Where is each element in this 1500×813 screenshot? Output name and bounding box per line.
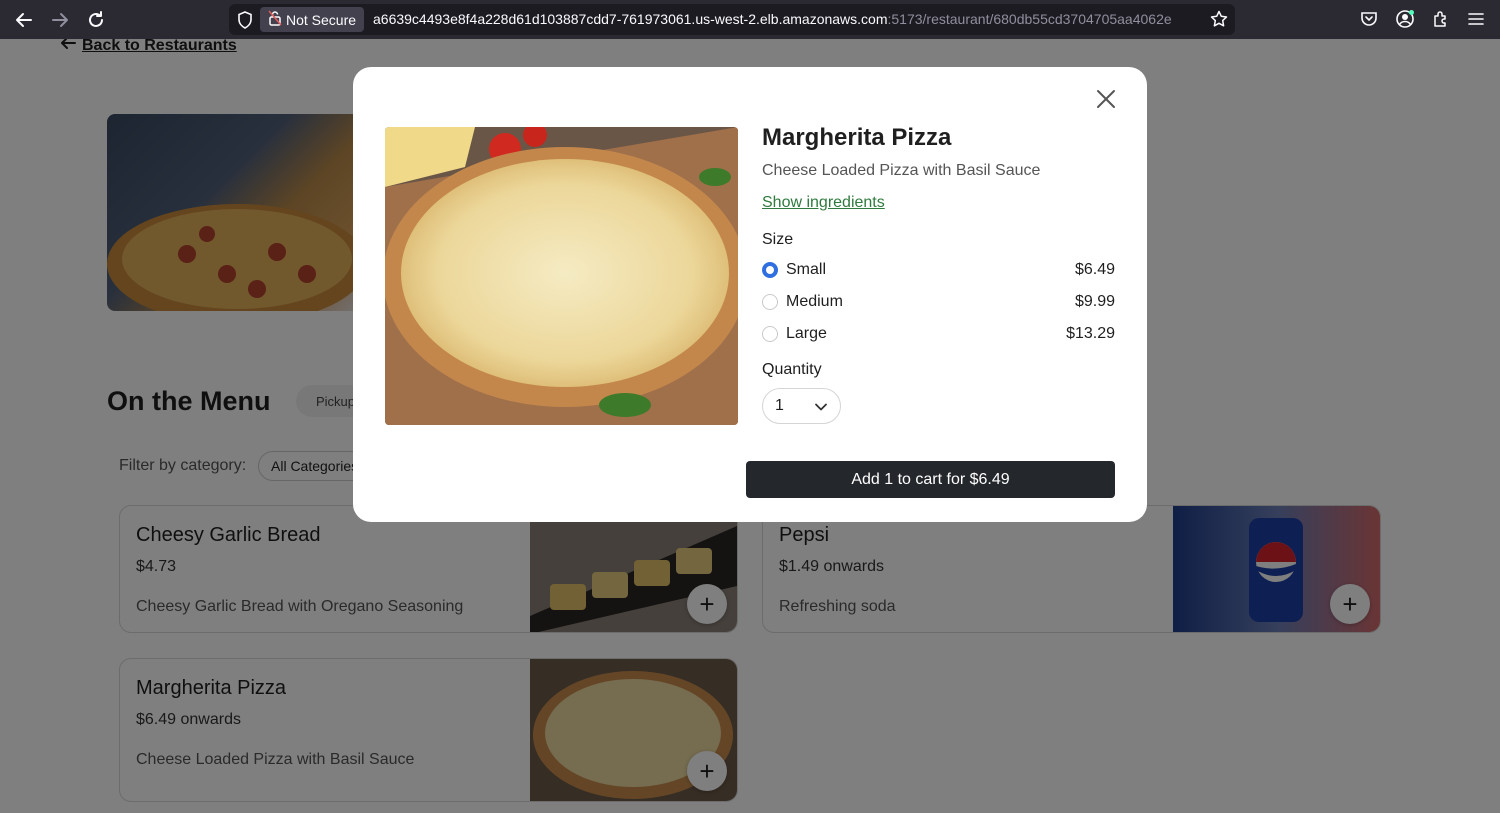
close-icon[interactable]: [1094, 87, 1118, 111]
hamburger-menu-icon[interactable]: [1465, 8, 1487, 30]
size-option-medium[interactable]: Medium $9.99: [762, 290, 1115, 314]
modal-item-title: Margherita Pizza: [762, 124, 952, 151]
back-arrow-icon[interactable]: [12, 8, 36, 32]
account-icon[interactable]: [1394, 8, 1416, 30]
item-detail-modal: Margherita Pizza Cheese Loaded Pizza wit…: [353, 67, 1147, 522]
size-option-small[interactable]: Small $6.49: [762, 258, 1115, 282]
size-label: Size: [762, 231, 794, 248]
size-option-name: Small: [786, 261, 827, 278]
radio-button[interactable]: [762, 326, 778, 342]
shield-icon[interactable]: [235, 10, 255, 30]
url-bar[interactable]: Not Secure a6639c4493e8f4a228d61d103887c…: [229, 4, 1235, 35]
url-text[interactable]: a6639c4493e8f4a228d61d103887cdd7-7619730…: [373, 11, 1199, 27]
add-to-cart-button[interactable]: Add 1 to cart for $6.49: [746, 461, 1115, 498]
forward-arrow-icon[interactable]: [48, 8, 72, 32]
url-rest: :5173/restaurant/680db55cd3704705aa4062e: [887, 11, 1172, 27]
size-option-name: Large: [786, 325, 827, 342]
margherita-pizza-photo: [385, 127, 738, 425]
quantity-label: Quantity: [762, 361, 822, 378]
size-option-price: $13.29: [1066, 325, 1115, 342]
pocket-icon[interactable]: [1358, 8, 1380, 30]
broken-lock-icon: [268, 10, 282, 29]
browser-toolbar: Not Secure a6639c4493e8f4a228d61d103887c…: [0, 0, 1500, 39]
size-option-price: $6.49: [1074, 261, 1115, 278]
radio-button[interactable]: [762, 294, 778, 310]
show-ingredients-link[interactable]: Show ingredients: [762, 194, 885, 212]
quantity-select[interactable]: 1: [762, 388, 841, 424]
extensions-icon[interactable]: [1430, 8, 1452, 30]
size-option-large[interactable]: Large $13.29: [762, 322, 1115, 346]
url-main: a6639c4493e8f4a228d61d103887cdd7-7619730…: [373, 11, 888, 27]
reload-icon[interactable]: [84, 8, 108, 32]
size-option-price: $9.99: [1074, 293, 1115, 310]
quantity-value: 1: [775, 397, 784, 414]
bookmark-star-icon[interactable]: [1209, 9, 1229, 29]
radio-button[interactable]: [762, 262, 778, 278]
chevron-down-icon: [814, 400, 828, 414]
not-secure-badge[interactable]: Not Secure: [260, 7, 365, 32]
size-option-name: Medium: [786, 293, 843, 310]
not-secure-label: Not Secure: [286, 11, 357, 28]
modal-item-description: Cheese Loaded Pizza with Basil Sauce: [762, 162, 1041, 179]
